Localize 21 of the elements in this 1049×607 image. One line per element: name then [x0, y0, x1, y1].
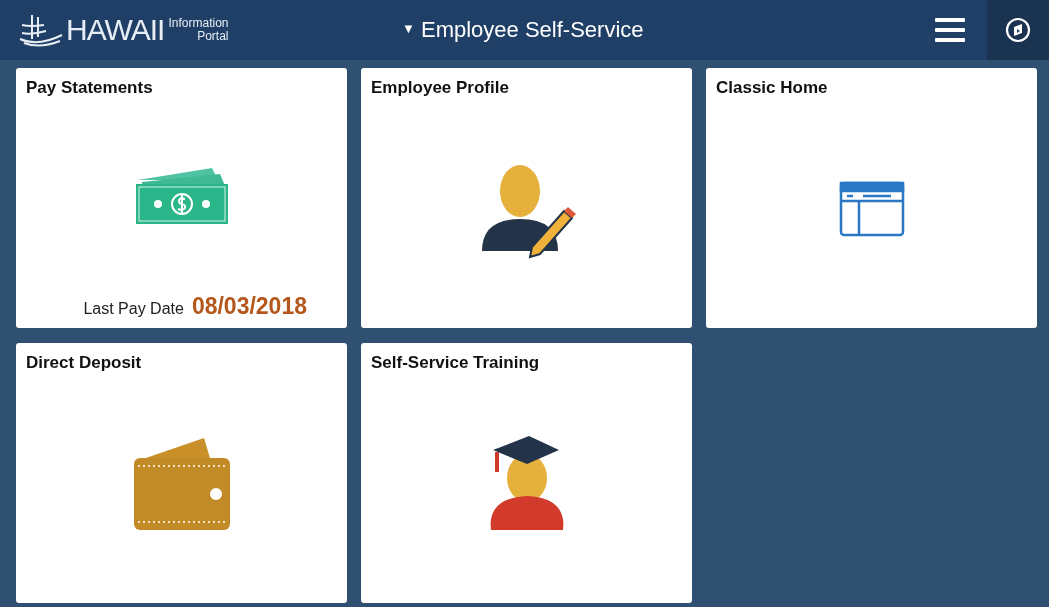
logo-tagline: Information	[168, 17, 229, 30]
compass-icon	[1005, 17, 1031, 43]
tile[interactable]: Employee Profile	[361, 68, 692, 328]
logo-name: HAWAII	[66, 13, 165, 47]
tile-title: Classic Home	[716, 78, 829, 98]
sail-logo-icon	[18, 13, 64, 47]
tile[interactable]: Classic Home	[706, 68, 1037, 328]
menu-icon[interactable]	[935, 18, 965, 42]
tile[interactable]: Pay Statements Last Pay Date 08/03/2018	[16, 68, 347, 328]
navigator-button[interactable]	[987, 0, 1049, 60]
tile[interactable]: Direct Deposit	[16, 343, 347, 603]
last-pay-date: 08/03/2018	[191, 293, 307, 320]
tile-title: Self-Service Training	[371, 353, 541, 373]
logo-tagline: Portal	[196, 30, 229, 43]
tile-title: Employee Profile	[371, 78, 510, 98]
homepage-selector[interactable]: $^{▼}$ Employee Self-Service	[398, 13, 648, 47]
tile-title: Pay Statements	[26, 78, 154, 98]
tile[interactable]: Self-Service Training	[361, 343, 692, 603]
tile-title: Direct Deposit	[26, 353, 143, 373]
browser-window-icon	[838, 181, 905, 237]
last-pay-date-label: Last Pay Date	[83, 300, 184, 318]
